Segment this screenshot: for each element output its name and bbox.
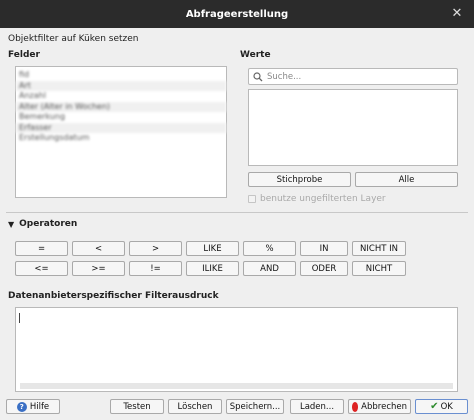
operator-button[interactable]: IN bbox=[300, 241, 348, 256]
operator-button[interactable]: NICHT bbox=[352, 261, 406, 276]
operator-button[interactable]: NICHT IN bbox=[352, 241, 406, 256]
search-placeholder: Suche... bbox=[267, 71, 302, 82]
field-list-item[interactable]: Erstellungsdatum bbox=[16, 133, 226, 144]
operator-button[interactable]: % bbox=[243, 241, 296, 256]
ok-button[interactable]: ✔ OK bbox=[415, 399, 468, 414]
operator-button[interactable]: < bbox=[72, 241, 125, 256]
cancel-icon bbox=[352, 401, 359, 412]
expression-title: Datenanbieterspezifischer Filterausdruck bbox=[8, 291, 219, 301]
help-button[interactable]: ? Hilfe bbox=[6, 399, 60, 414]
operator-button[interactable]: = bbox=[15, 241, 68, 256]
field-list-item[interactable]: fid bbox=[16, 70, 226, 81]
checkmark-icon: ✔ bbox=[430, 401, 439, 412]
operator-button[interactable]: != bbox=[129, 261, 182, 276]
close-icon[interactable]: ✕ bbox=[449, 6, 465, 22]
values-search-input[interactable]: Suche... bbox=[248, 68, 458, 85]
operator-button[interactable]: AND bbox=[243, 261, 296, 276]
expression-editor[interactable] bbox=[15, 307, 458, 392]
window-titlebar: Abfrageerstellung ✕ bbox=[0, 0, 474, 28]
operator-button[interactable]: ILIKE bbox=[186, 261, 239, 276]
filter-label: Objektfilter auf Küken setzen bbox=[8, 34, 139, 44]
horizontal-scrollbar[interactable] bbox=[20, 383, 453, 389]
field-list-item[interactable]: Anzahl bbox=[16, 91, 226, 102]
all-button[interactable]: Alle bbox=[355, 172, 458, 187]
field-list-item[interactable]: Erfasser bbox=[16, 122, 226, 133]
help-label: Hilfe bbox=[29, 401, 50, 412]
values-list[interactable] bbox=[248, 89, 458, 166]
field-list-item[interactable]: Bemerkung bbox=[16, 112, 226, 123]
operator-button[interactable]: > bbox=[129, 241, 182, 256]
collapse-triangle-icon: ▼ bbox=[8, 219, 15, 229]
window-title: Abfrageerstellung bbox=[185, 8, 289, 20]
operator-button[interactable]: ODER bbox=[300, 261, 348, 276]
ok-label: OK bbox=[440, 401, 453, 412]
operator-button[interactable]: >= bbox=[72, 261, 125, 276]
fields-title: Felder bbox=[8, 50, 40, 60]
operators-title: Operatoren bbox=[19, 219, 78, 229]
values-title: Werte bbox=[240, 50, 271, 60]
field-list-item[interactable]: Art bbox=[16, 80, 226, 91]
test-button[interactable]: Testen bbox=[110, 399, 164, 414]
cancel-button[interactable]: Abbrechen bbox=[348, 399, 411, 414]
unfiltered-layer-label: benutze ungefilterten Layer bbox=[260, 194, 386, 204]
text-cursor bbox=[19, 313, 20, 323]
clear-button[interactable]: Löschen bbox=[168, 399, 222, 414]
save-button[interactable]: Speichern... bbox=[226, 399, 284, 414]
section-divider bbox=[6, 212, 468, 213]
sample-button[interactable]: Stichprobe bbox=[248, 172, 351, 187]
unfiltered-layer-checkbox[interactable] bbox=[248, 195, 256, 203]
operators-header[interactable]: ▼ Operatoren bbox=[8, 219, 77, 229]
field-list-item[interactable]: Alter (Alter in Wochen) bbox=[16, 101, 226, 112]
load-button[interactable]: Laden... bbox=[290, 399, 344, 414]
operator-button[interactable]: <= bbox=[15, 261, 68, 276]
operator-button[interactable]: LIKE bbox=[186, 241, 239, 256]
search-icon bbox=[253, 71, 263, 81]
fields-list[interactable]: fid Art Anzahl Alter (Alter in Wochen) Bemer… bbox=[15, 66, 227, 198]
help-icon: ? bbox=[16, 401, 27, 412]
cancel-label: Abbrechen bbox=[361, 401, 407, 412]
